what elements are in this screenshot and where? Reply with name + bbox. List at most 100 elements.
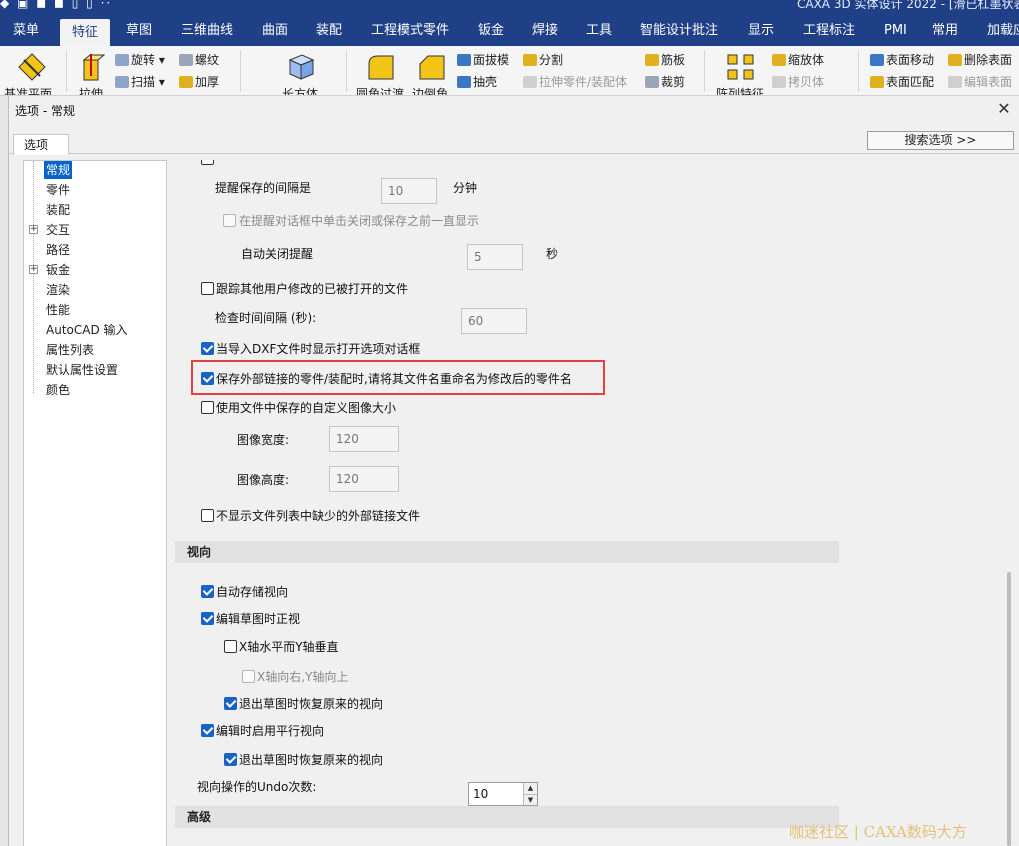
split-button[interactable]: 分割 — [523, 52, 563, 68]
checkbox-restore-view-2[interactable] — [224, 753, 237, 766]
checkbox-track-modified[interactable] — [201, 282, 214, 295]
box-icon[interactable] — [286, 52, 316, 82]
scale-body-button[interactable]: 缩放体 — [772, 52, 824, 68]
tree-item-interaction[interactable]: 交互 — [46, 221, 70, 239]
checkbox-sketch-normal-view[interactable] — [201, 612, 214, 625]
trim-label: 裁剪 — [661, 75, 686, 89]
tab-welding[interactable]: 焊接 — [532, 16, 558, 46]
datum-plane-label[interactable]: 基准平面 — [4, 86, 52, 95]
tree-item-assembly[interactable]: 装配 — [46, 201, 70, 219]
chamfer-icon[interactable] — [417, 52, 447, 82]
expand-icon[interactable]: + — [29, 225, 38, 234]
face-match-button[interactable]: 表面匹配 — [870, 74, 934, 90]
tab-assembly[interactable]: 装配 — [316, 16, 342, 46]
checkbox-x-right-y-up[interactable] — [242, 670, 255, 683]
thicken-button[interactable]: 加厚 — [179, 74, 219, 90]
tab-menu[interactable]: 菜单 — [13, 16, 39, 46]
checkbox-parallel-view[interactable] — [201, 724, 214, 737]
tree-item-performance[interactable]: 性能 — [46, 301, 70, 319]
checkbox-hide-missing-links[interactable] — [201, 509, 214, 522]
tree-item-render[interactable]: 渲染 — [46, 281, 70, 299]
tree-item-default-properties[interactable]: 默认属性设置 — [46, 361, 118, 379]
checkbox-auto-save-view[interactable] — [201, 585, 214, 598]
rib-button[interactable]: 筋板 — [645, 52, 685, 68]
shell-button[interactable]: 抽壳 — [457, 74, 497, 90]
tab-tools[interactable]: 工具 — [586, 16, 612, 46]
edit-face-button[interactable]: 编辑表面 — [948, 74, 1012, 90]
extend-part-button[interactable]: 拉伸零件/装配体 — [523, 74, 627, 90]
tree-item-sheet-metal[interactable]: 钣金 — [46, 261, 70, 279]
spin-up-icon[interactable]: ▲ — [523, 783, 537, 794]
undo-count-stepper[interactable]: 10 ▲ ▼ — [468, 782, 538, 806]
dxf-dialog-label: 当导入DXF文件时显示打开选项对话框 — [216, 342, 421, 356]
revolve-icon — [115, 54, 129, 66]
app-left-strip — [0, 96, 8, 846]
tab-3d-curve[interactable]: 三维曲线 — [181, 16, 233, 46]
checkbox-remind-save[interactable] — [201, 160, 214, 165]
face-move-button[interactable]: 表面移动 — [870, 52, 934, 68]
checkbox-restore-view-1[interactable] — [224, 697, 237, 710]
thicken-icon — [179, 76, 193, 88]
revolve-button[interactable]: 旋转 ▾ — [115, 52, 165, 68]
tree-item-part[interactable]: 零件 — [46, 181, 70, 199]
app-title: CAXA 3D 实体设计 2022 - [滑已杠墨状表] — [797, 0, 1019, 11]
tab-sketch[interactable]: 草图 — [126, 16, 152, 46]
tree-item-color[interactable]: 颜色 — [46, 381, 70, 399]
extrude-icon[interactable] — [78, 52, 108, 82]
pattern-icon[interactable] — [726, 52, 756, 82]
expand-icon[interactable]: + — [29, 265, 38, 274]
remind-interval-input[interactable]: 10 — [381, 178, 437, 204]
extrude-label[interactable]: 拉伸 — [79, 86, 103, 95]
helix-button[interactable]: 螺纹 — [179, 52, 219, 68]
check-interval-input[interactable]: 60 — [461, 308, 527, 334]
datum-plane-icon[interactable] — [17, 52, 47, 82]
restore-view-2-label: 退出草图时恢复原来的视向 — [239, 753, 384, 767]
checkbox-custom-image-size[interactable] — [201, 401, 214, 414]
tab-engineering-part[interactable]: 工程模式零件 — [371, 16, 449, 46]
sweep-button[interactable]: 扫描 ▾ — [115, 74, 165, 90]
tab-dimension[interactable]: 工程标注 — [803, 16, 855, 46]
box-label[interactable]: 长方体 — [282, 86, 318, 95]
section-advanced-header: 高级 — [175, 806, 839, 828]
checkbox-x-horizontal[interactable] — [224, 640, 237, 653]
tab-surface[interactable]: 曲面 — [262, 16, 288, 46]
trim-button[interactable]: 裁剪 — [645, 74, 685, 90]
tab-sheet-metal[interactable]: 钣金 — [478, 16, 504, 46]
quick-access-icons[interactable]: ◆ ▣ ◼ ◼ ▯ ▯ ·· — [0, 0, 112, 10]
face-draft-button[interactable]: 面拔模 — [457, 52, 509, 68]
tab-smart-design[interactable]: 智能设计批注 — [640, 16, 718, 46]
tab-features[interactable]: 特征 — [60, 19, 111, 46]
delete-face-label: 删除表面 — [964, 53, 1013, 67]
rib-icon — [645, 54, 659, 66]
fillet-icon[interactable] — [366, 52, 396, 82]
copy-body-button[interactable]: 拷贝体 — [772, 74, 824, 90]
checkbox-keep-prompt[interactable] — [223, 214, 236, 227]
panel-scrollbar[interactable] — [1007, 572, 1011, 846]
fillet-label[interactable]: 圆角过渡 — [356, 86, 404, 95]
tab-display[interactable]: 显示 — [748, 16, 774, 46]
pattern-label[interactable]: 阵列特征 — [716, 86, 764, 95]
tree-item-autocad-input[interactable]: AutoCAD 输入 — [46, 321, 128, 339]
tree-item-property-list[interactable]: 属性列表 — [46, 341, 94, 359]
chamfer-label[interactable]: 边倒角 — [412, 86, 448, 95]
auto-close-input[interactable]: 5 — [467, 244, 523, 270]
search-options-button[interactable]: 搜索选项 >> — [867, 131, 1014, 150]
delete-face-button[interactable]: 删除表面 — [948, 52, 1012, 68]
tab-load[interactable]: 加载应 — [987, 16, 1019, 46]
shell-label: 抽壳 — [473, 75, 498, 89]
image-width-input[interactable]: 120 — [329, 426, 399, 452]
image-height-input[interactable]: 120 — [329, 466, 399, 492]
checkbox-rename-linked[interactable] — [201, 372, 214, 385]
spin-down-icon[interactable]: ▼ — [523, 794, 537, 805]
tab-options[interactable]: 选项 — [13, 134, 69, 155]
tree-item-path[interactable]: 路径 — [46, 241, 70, 259]
tree-item-general[interactable]: 常规 — [44, 161, 73, 179]
close-icon[interactable]: ✕ — [993, 98, 1015, 120]
checkbox-dxf-dialog[interactable] — [201, 342, 214, 355]
tab-common[interactable]: 常用 — [932, 16, 958, 46]
auto-close-unit: 秒 — [546, 247, 559, 261]
edit-face-label: 编辑表面 — [964, 75, 1013, 89]
tab-pmi[interactable]: PMI — [884, 16, 907, 46]
extend-part-label: 拉伸零件/装配体 — [539, 75, 628, 89]
check-interval-label: 检查时间间隔 (秒): — [215, 311, 317, 325]
